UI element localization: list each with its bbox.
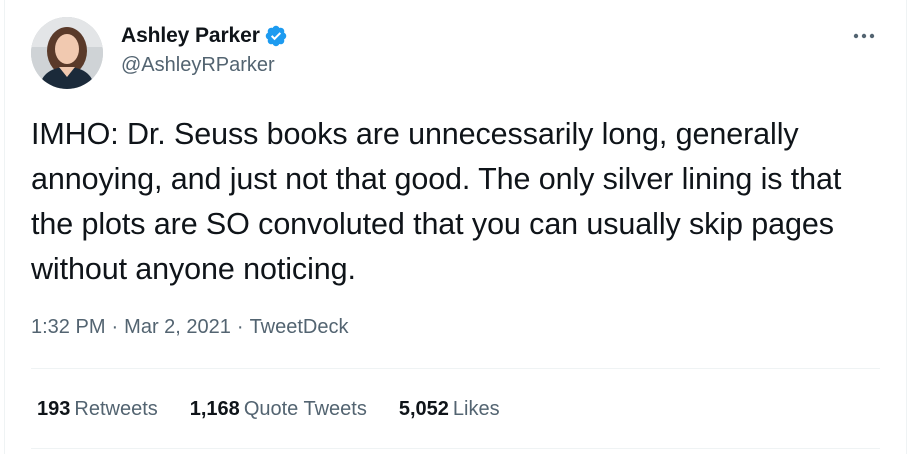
tweet-source[interactable]: TweetDeck: [250, 316, 349, 339]
divider: [31, 448, 880, 449]
more-horizontal-icon: [853, 33, 875, 39]
retweets-label: Retweets: [74, 398, 158, 420]
likes-label: Likes: [452, 398, 500, 420]
quote-tweets-count: 1,168: [189, 398, 240, 420]
avatar[interactable]: [31, 17, 103, 89]
tweet-metadata: 1:32 PM · Mar 2, 2021 · TweetDeck: [31, 316, 349, 339]
author-name[interactable]: Ashley Parker: [121, 24, 260, 48]
tweet-text: IMHO: Dr. Seuss books are unnecessarily …: [31, 117, 842, 286]
divider: [31, 368, 880, 369]
quote-tweets-label: Quote Tweets: [243, 398, 367, 420]
likes-stat[interactable]: 5,052 Likes: [399, 398, 500, 421]
tweet-date[interactable]: Mar 2, 2021: [124, 316, 231, 339]
quote-tweets-stat[interactable]: 1,168 Quote Tweets: [190, 398, 367, 421]
verified-badge-icon: [264, 24, 288, 48]
retweets-count: 193: [37, 398, 71, 420]
engagement-stats: 193 Retweets 1,168 Quote Tweets 5,052 Likes: [37, 398, 532, 421]
avatar-photo: [31, 17, 103, 89]
likes-count: 5,052: [398, 398, 449, 420]
author-handle[interactable]: @AshleyRParker: [121, 54, 275, 77]
more-options-button[interactable]: [850, 22, 878, 50]
tweet-time[interactable]: 1:32 PM: [31, 316, 105, 339]
tweet-card: Ashley Parker @AshleyRParker IMHO: Dr. S…: [4, 0, 907, 454]
retweets-stat[interactable]: 193 Retweets: [37, 398, 158, 421]
meta-separator: ·: [111, 316, 119, 338]
meta-separator: ·: [236, 316, 244, 338]
author-name-row[interactable]: Ashley Parker: [121, 24, 288, 48]
